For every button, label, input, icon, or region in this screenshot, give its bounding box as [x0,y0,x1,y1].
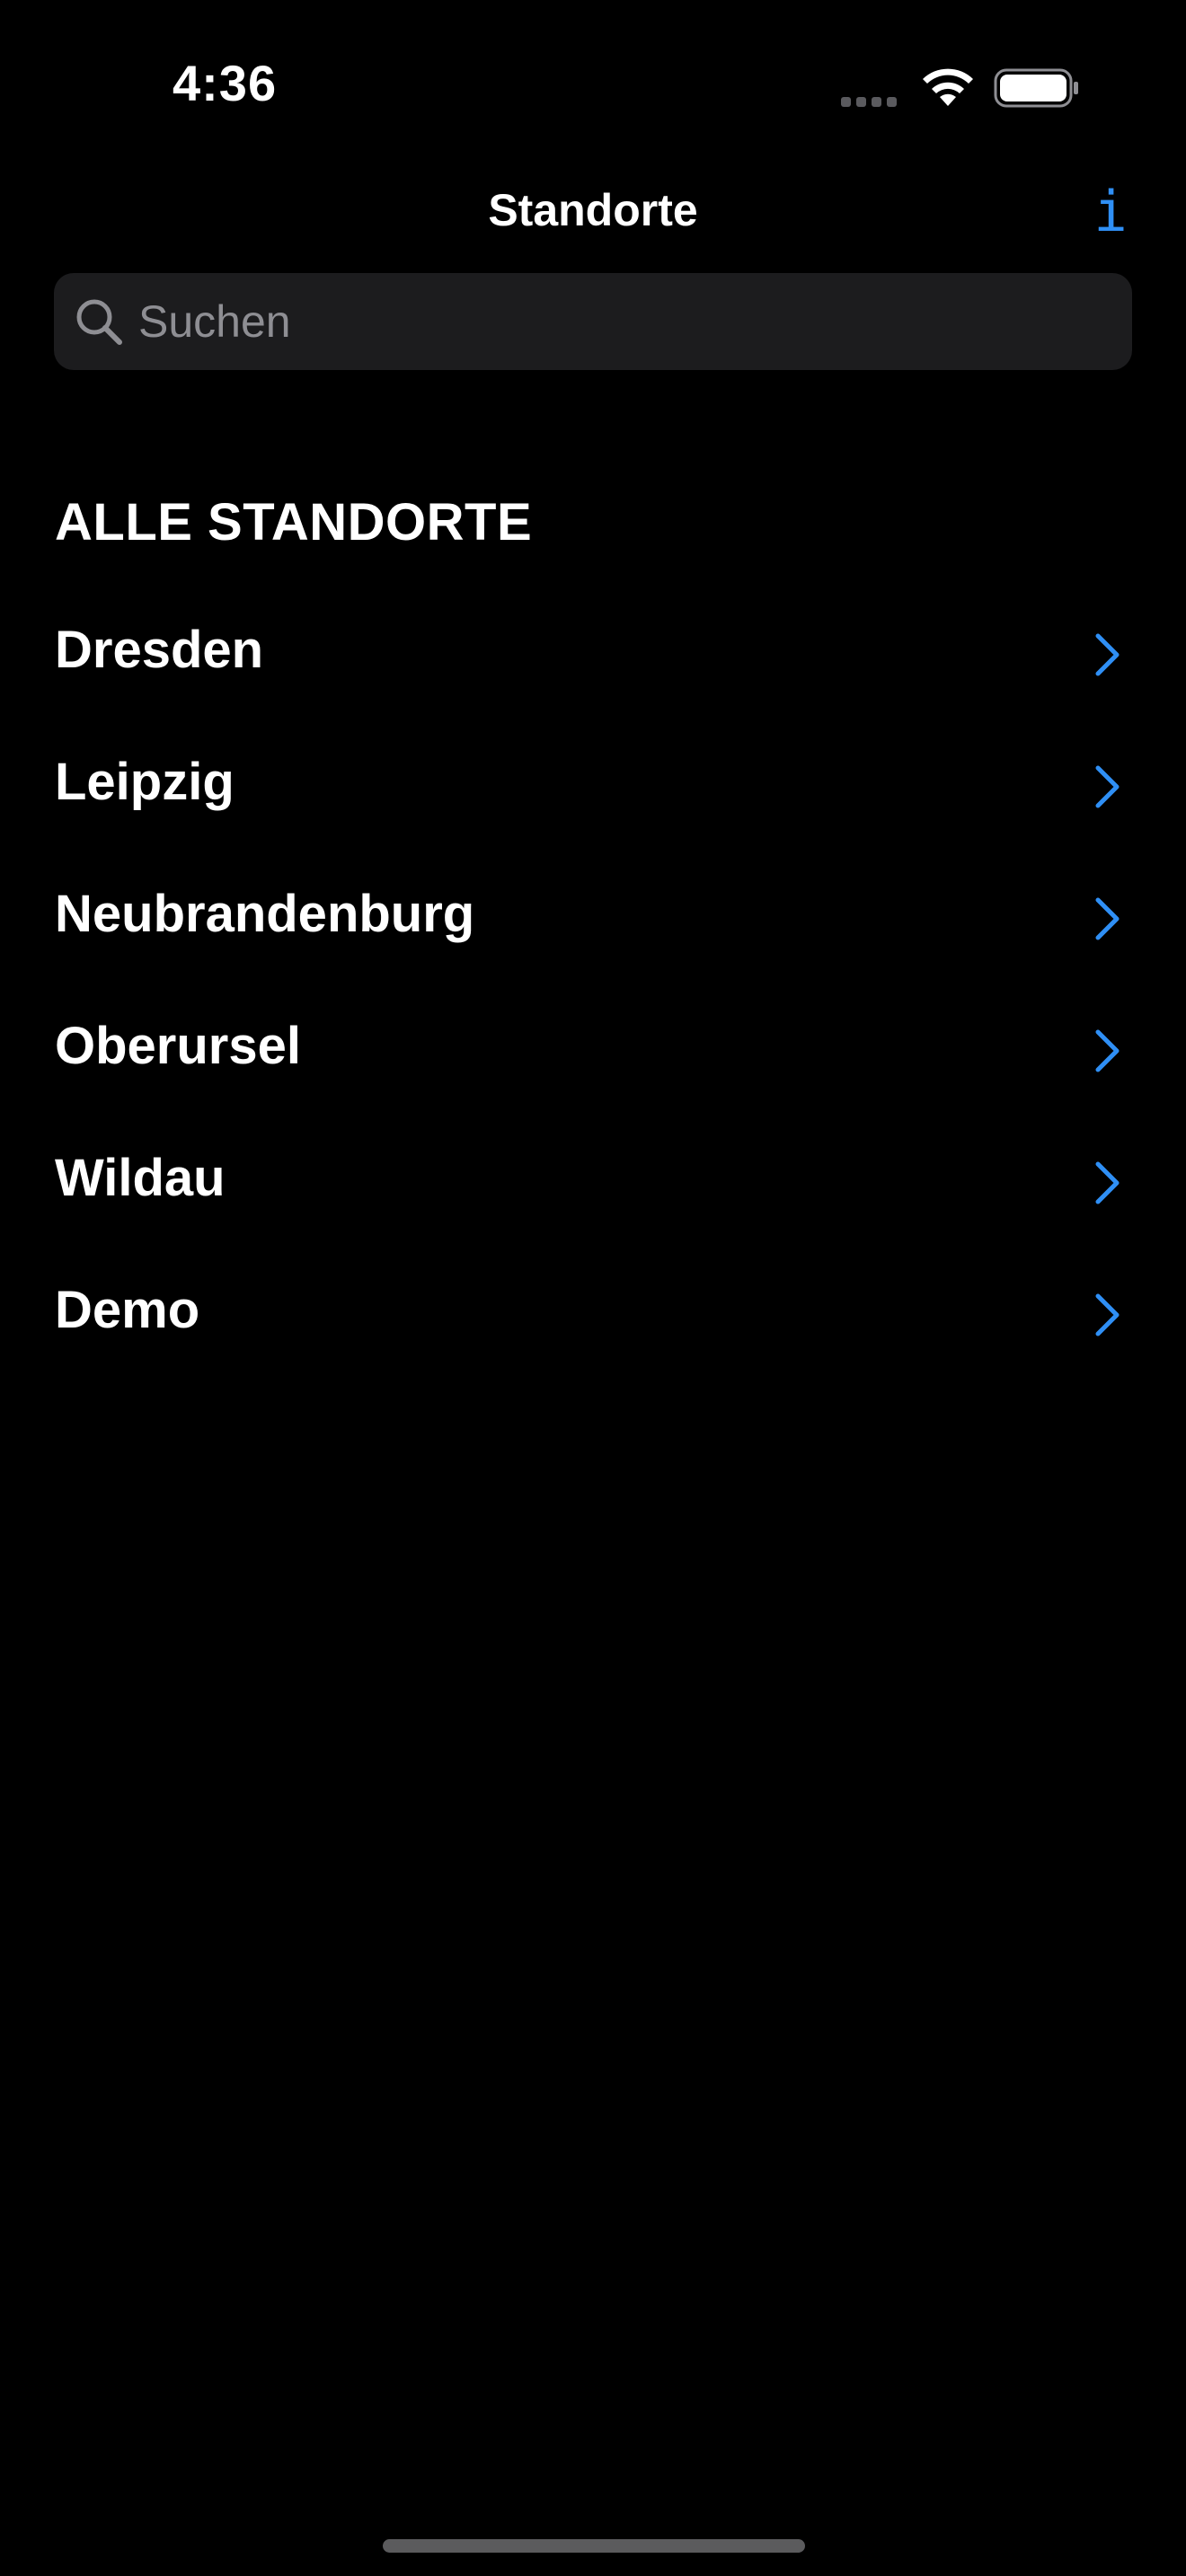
list-item-label: Dresden [55,621,264,679]
status-indicators [841,63,1080,113]
chevron-right-icon [1095,765,1120,808]
list-item-label: Leipzig [55,753,235,811]
search-icon [76,299,122,345]
section-header: ALLE STANDORTE [55,493,533,551]
list-item[interactable]: Dresden [0,589,1186,721]
home-indicator[interactable] [383,2539,805,2553]
chevron-right-icon [1095,897,1120,940]
wifi-icon [923,68,973,106]
list-item[interactable]: Leipzig [0,721,1186,853]
screen: 4:36 Standorte i Suchen ALLE STANDORTE D… [0,0,1186,2576]
list-item[interactable]: Oberursel [0,985,1186,1117]
chevron-right-icon [1095,1161,1120,1204]
list-item-label: Demo [55,1281,200,1339]
list-item-label: Neubrandenburg [55,885,475,943]
status-time: 4:36 [173,55,278,111]
list-item[interactable]: Neubrandenburg [0,853,1186,985]
status-bar: 4:36 [0,0,1186,171]
battery-icon [994,68,1078,108]
search-placeholder: Suchen [138,296,291,347]
cellular-signal-icon [841,95,902,107]
list-item[interactable]: Demo [0,1249,1186,1381]
search-input[interactable]: Suchen [54,273,1132,370]
list-item-label: Wildau [55,1149,226,1207]
page-title: Standorte [488,185,698,235]
chevron-right-icon [1095,1293,1120,1337]
info-icon: i [1093,179,1128,244]
list-item-label: Oberursel [55,1017,301,1075]
chevron-right-icon [1095,633,1120,676]
list-item[interactable]: Wildau [0,1117,1186,1249]
info-button[interactable]: i [1084,176,1137,248]
chevron-right-icon [1095,1029,1120,1072]
location-list: Dresden Leipzig Neubrandenburg Oberursel… [0,589,1186,1381]
